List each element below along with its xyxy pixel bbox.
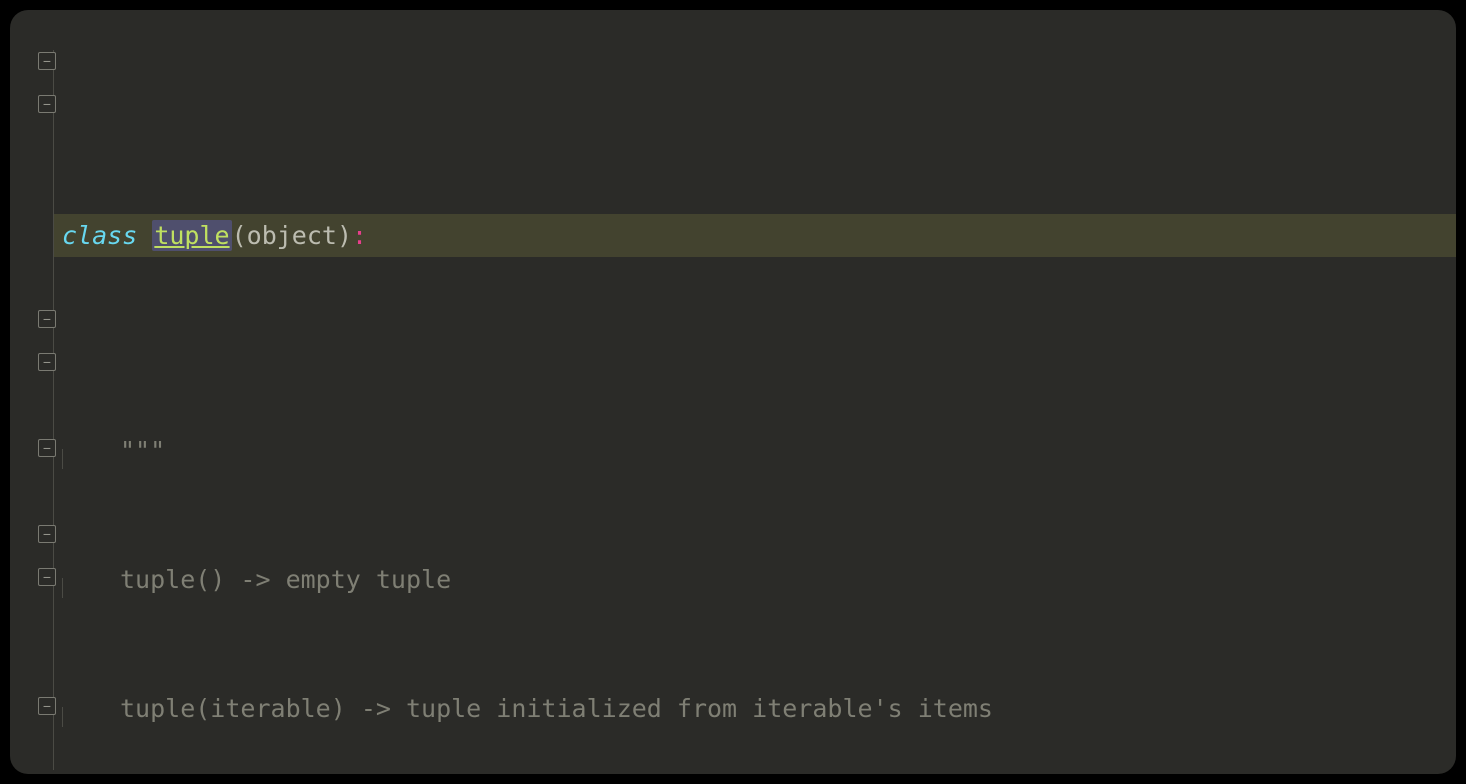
code-editor[interactable]: class tuple(object): """ tuple() -> empt… (10, 10, 1456, 774)
docstring-text: tuple() -> empty tuple (120, 565, 451, 594)
code-line[interactable]: tuple() -> empty tuple (54, 558, 1456, 601)
space (137, 221, 152, 250)
highlight-box: tuple (152, 220, 231, 251)
colon: : (352, 221, 367, 250)
rparen: ) (337, 221, 352, 250)
keyword-class: class (62, 221, 137, 250)
docstring-text: tuple(iterable) -> tuple initialized fro… (120, 694, 993, 723)
code-line[interactable]: """ (54, 429, 1456, 472)
code-line[interactable]: class tuple(object): (54, 214, 1456, 257)
gutter (10, 10, 54, 774)
docstring-quote: """ (120, 436, 165, 465)
editor-frame: class tuple(object): """ tuple() -> empt… (10, 10, 1456, 774)
lparen: ( (232, 221, 247, 250)
base-object: object (247, 221, 337, 250)
code-area[interactable]: class tuple(object): """ tuple() -> empt… (54, 42, 1456, 774)
code-line[interactable]: tuple(iterable) -> tuple initialized fro… (54, 687, 1456, 730)
class-name-tuple: tuple (154, 221, 229, 250)
